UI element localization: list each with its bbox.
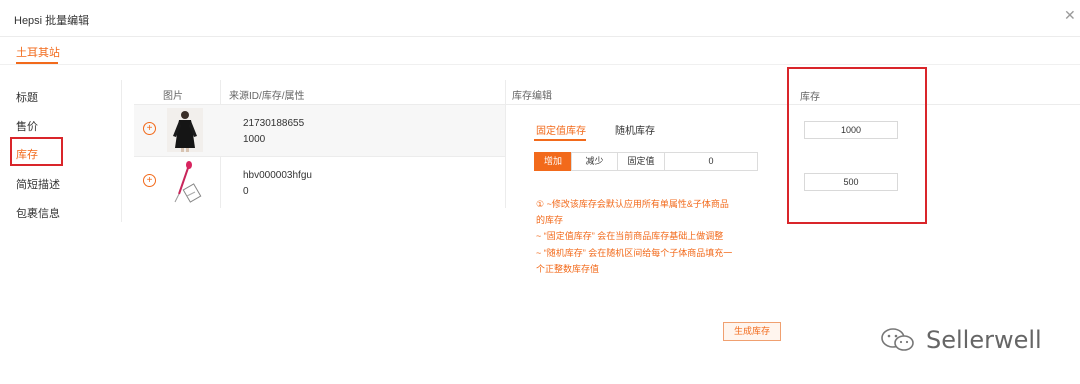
tab-turkey-site[interactable]: 土耳其站 [16,44,60,60]
increase-button[interactable]: 增加 [534,152,572,171]
source-stock: 0 [243,186,249,197]
tab-random-stock[interactable]: 随机库存 [615,122,655,137]
dialog-title: Hepsi 批量编辑 [14,15,90,27]
watermark-text: Sellerwell [926,326,1042,354]
dress-image [167,108,203,152]
nav-highlight-box [10,137,63,166]
note-line: ~ “固定值库存” 会在当前商品库存基础上做调整 [536,231,724,241]
expand-row-icon[interactable]: + [143,174,156,187]
close-icon[interactable]: ✕ [1064,8,1076,22]
fixed-value-button[interactable]: 固定值 [617,152,665,171]
nav-separator [121,80,122,222]
col-header-image: 图片 [163,91,183,102]
nav-item-price[interactable]: 售价 [16,118,38,134]
note-line: 的库存 [536,215,564,225]
generate-stock-button[interactable]: 生成库存 [723,322,781,341]
header-divider [0,36,1080,37]
product-thumbnail [167,108,203,152]
row-divider [134,156,505,157]
whisk-image [167,160,203,204]
note-line: ~ “随机库存” 会在随机区间给每个子体商品填充一 [536,248,733,258]
wechat-icon [880,326,916,354]
nav-item-short-desc[interactable]: 简短描述 [16,176,60,192]
source-stock: 1000 [243,134,266,145]
note-line: ① ~修改该库存会默认应用所有单属性&子体商品 [536,199,729,209]
col-header-edit: 库存编辑 [512,91,552,102]
decrease-button[interactable]: 减少 [571,152,618,171]
col-header-source: 来源ID/库存/属性 [229,91,305,102]
source-id: hbv000003hfgu [243,170,312,181]
nav-item-title[interactable]: 标题 [16,89,38,105]
nav-item-package[interactable]: 包裹信息 [16,205,60,221]
stock-value-input[interactable]: 0 [664,152,758,171]
note-line: 个正整数库存值 [536,264,600,274]
column-divider [505,80,506,208]
expand-row-icon[interactable]: + [143,122,156,135]
editor-tab-underline [534,139,586,141]
tab-fixed-stock[interactable]: 固定值库存 [536,122,586,137]
tab-divider [0,64,1080,65]
product-thumbnail [167,160,203,204]
source-id: 21730188655 [243,118,305,129]
stock-highlight-box [787,67,927,224]
